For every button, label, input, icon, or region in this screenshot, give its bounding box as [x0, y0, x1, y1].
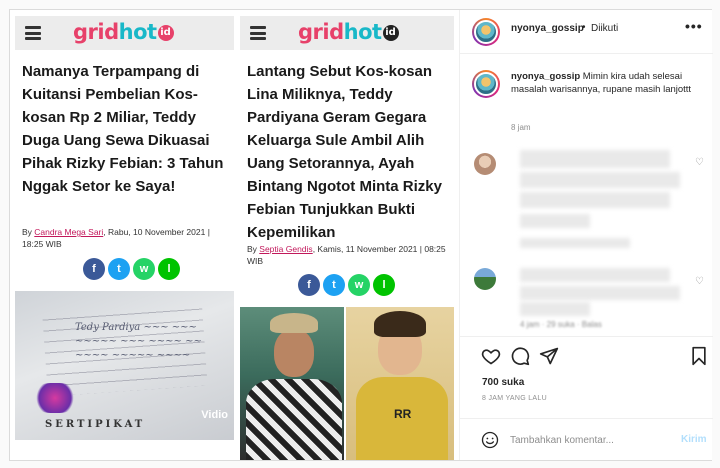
caption-text: nyonya_gossip Mimin kira udah selesai ma… [511, 71, 692, 95]
post-header: nyonya_gossip • Diikuti ••• [460, 10, 713, 54]
bookmark-icon[interactable] [689, 346, 709, 366]
heart-icon[interactable]: ♡ [695, 157, 704, 168]
article-byline: By Candra Mega Sari, Rabu, 10 November 2… [22, 227, 210, 249]
post-media[interactable]: gridhot id Namanya Terpampang di Kuitansi… [10, 10, 459, 460]
author-link: Candra Mega Sari [34, 227, 104, 237]
avatar[interactable] [472, 70, 500, 98]
article-byline: By Septia Gendis, Kamis, 11 November 202… [247, 244, 446, 266]
certificate-photo: Tedy Pardiya ~~~ ~~~ ~~~~~ ~~~ ~~~~ ~~ ~… [15, 291, 234, 440]
whatsapp-icon: w [348, 274, 370, 296]
heart-icon[interactable]: ♡ [695, 276, 704, 287]
people-photo: RR [240, 307, 454, 460]
line-icon: l [373, 274, 395, 296]
comment-icon[interactable] [510, 346, 530, 366]
menu-icon [250, 26, 266, 40]
blurred-comment [520, 150, 670, 168]
facebook-icon: f [298, 274, 320, 296]
site-logo: gridhot id [298, 20, 399, 44]
avatar[interactable] [474, 268, 496, 290]
comment-input[interactable] [510, 432, 675, 448]
facebook-icon: f [83, 258, 105, 280]
vidio-watermark: Vidio [201, 409, 228, 421]
article-headline: Namanya Terpampang di Kuitansi Pembelian… [22, 63, 224, 195]
article-screenshot-1: gridhot id Namanya Terpampang di Kuitansi… [15, 10, 234, 460]
certificate-caption: SERTIPIKAT [45, 419, 146, 430]
twitter-icon: t [323, 274, 345, 296]
comment-meta: 4 jam · 29 suka · Balas [520, 320, 602, 329]
post-timestamp[interactable]: 8 JAM YANG LALU [482, 395, 547, 402]
separator-dot: • [582, 22, 586, 33]
like-count[interactable]: 700 suka [482, 377, 524, 388]
site-masthead: gridhot id [15, 16, 234, 50]
line-icon: l [158, 258, 180, 280]
share-buttons: f t w l [298, 274, 395, 296]
caption-username[interactable]: nyonya_gossip [511, 71, 580, 82]
instagram-post: gridhot id Namanya Terpampang di Kuitansi… [9, 9, 713, 461]
emoji-icon[interactable] [481, 431, 499, 449]
avatar[interactable] [474, 153, 496, 175]
article-screenshot-2: gridhot id Lantang Sebut Kos-kosan Lina M… [240, 10, 454, 460]
header-username[interactable]: nyonya_gossip [511, 23, 584, 34]
caption-time[interactable]: 8 jam [511, 123, 531, 132]
more-options-icon[interactable]: ••• [685, 18, 703, 34]
like-icon[interactable] [481, 346, 501, 366]
add-comment-bar: Kirim [460, 418, 713, 460]
author-link: Septia Gendis [259, 244, 313, 254]
share-buttons: f t w l [83, 258, 180, 280]
blurred-comment [520, 268, 670, 282]
site-logo: gridhot id [73, 20, 174, 44]
post-comment-button[interactable]: Kirim [681, 434, 707, 445]
follow-status-button[interactable]: Diikuti [591, 23, 618, 34]
article-headline: Lantang Sebut Kos-kosan Lina Miliknya, T… [247, 63, 442, 241]
menu-icon [25, 26, 41, 40]
post-sidebar: nyonya_gossip • Diikuti ••• nyonya_gossi… [459, 10, 713, 460]
actions-divider [460, 336, 713, 337]
share-icon[interactable] [539, 346, 559, 366]
site-masthead: gridhot id [240, 16, 454, 50]
shirt-logo: RR [394, 407, 412, 421]
avatar[interactable] [472, 18, 500, 46]
twitter-icon: t [108, 258, 130, 280]
whatsapp-icon: w [133, 258, 155, 280]
